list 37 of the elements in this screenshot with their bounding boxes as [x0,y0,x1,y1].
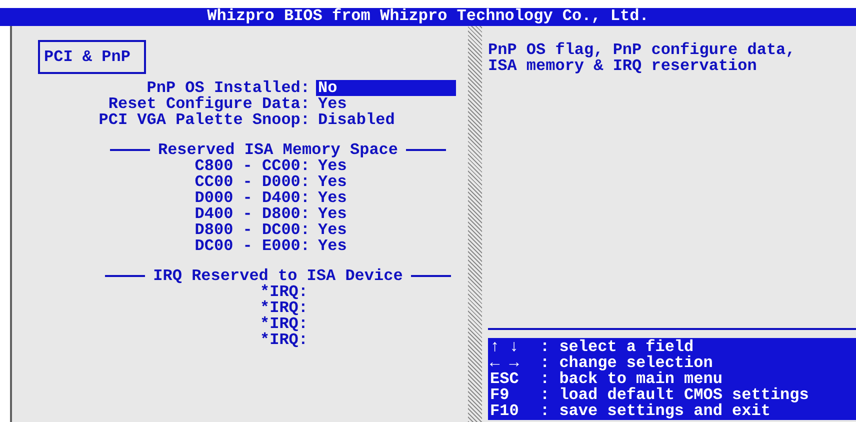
key-action: : change selection [540,355,713,371]
field-value[interactable]: Yes [316,96,456,112]
key-name: ← → [490,355,520,371]
memory-range-value[interactable]: Yes [316,158,456,174]
irq-label: *IRQ: [258,300,309,316]
memory-range-value[interactable]: Yes [316,190,456,206]
irq-label: *IRQ: [258,316,309,332]
menu-title: PCI & PnP [38,40,146,74]
field-label: PCI VGA Palette Snoop: [98,112,311,128]
field-value[interactable]: No [316,80,456,96]
help-text: PnP OS flag, PnP configure data, ISA memory & IRQ reservation [488,42,796,77]
key-action: : select a field [540,339,694,355]
memory-range-label: D000 - D400: [194,190,311,206]
key-name: ESC [490,371,520,387]
key-name: F10 [490,403,520,419]
memory-range-value[interactable]: Yes [316,238,456,254]
memory-range-value[interactable]: Yes [316,222,456,238]
key-action: : load default CMOS settings [540,387,809,403]
irq-label: *IRQ: [258,284,309,300]
section-heading: IRQ Reserved to ISA Device [153,268,403,284]
memory-range-label: C800 - CC00: [194,158,310,174]
memory-range-label: D400 - D800: [194,206,311,222]
window-title: Whizpro BIOS from Whizpro Technology Co., Ltd. [207,8,649,24]
memory-range-value[interactable]: Yes [316,174,456,190]
key-name: ↑ ↓ [490,339,520,355]
memory-range-label: D800 - DC00: [194,222,311,238]
irq-label: *IRQ: [258,332,309,348]
memory-range-label: CC00 - D000: [194,174,311,190]
field-label: Reset Configure Data: [107,96,311,112]
memory-range-value[interactable]: Yes [316,206,456,222]
key-action: : save settings and exit [540,403,770,419]
field-value[interactable]: Disabled [316,112,456,128]
field-label: PnP OS Installed: [146,80,311,96]
key-name: F9 [490,387,510,403]
section-heading: Reserved ISA Memory Space [158,142,398,158]
key-action: : back to main menu [540,371,722,387]
memory-range-label: DC00 - E000: [194,238,311,254]
